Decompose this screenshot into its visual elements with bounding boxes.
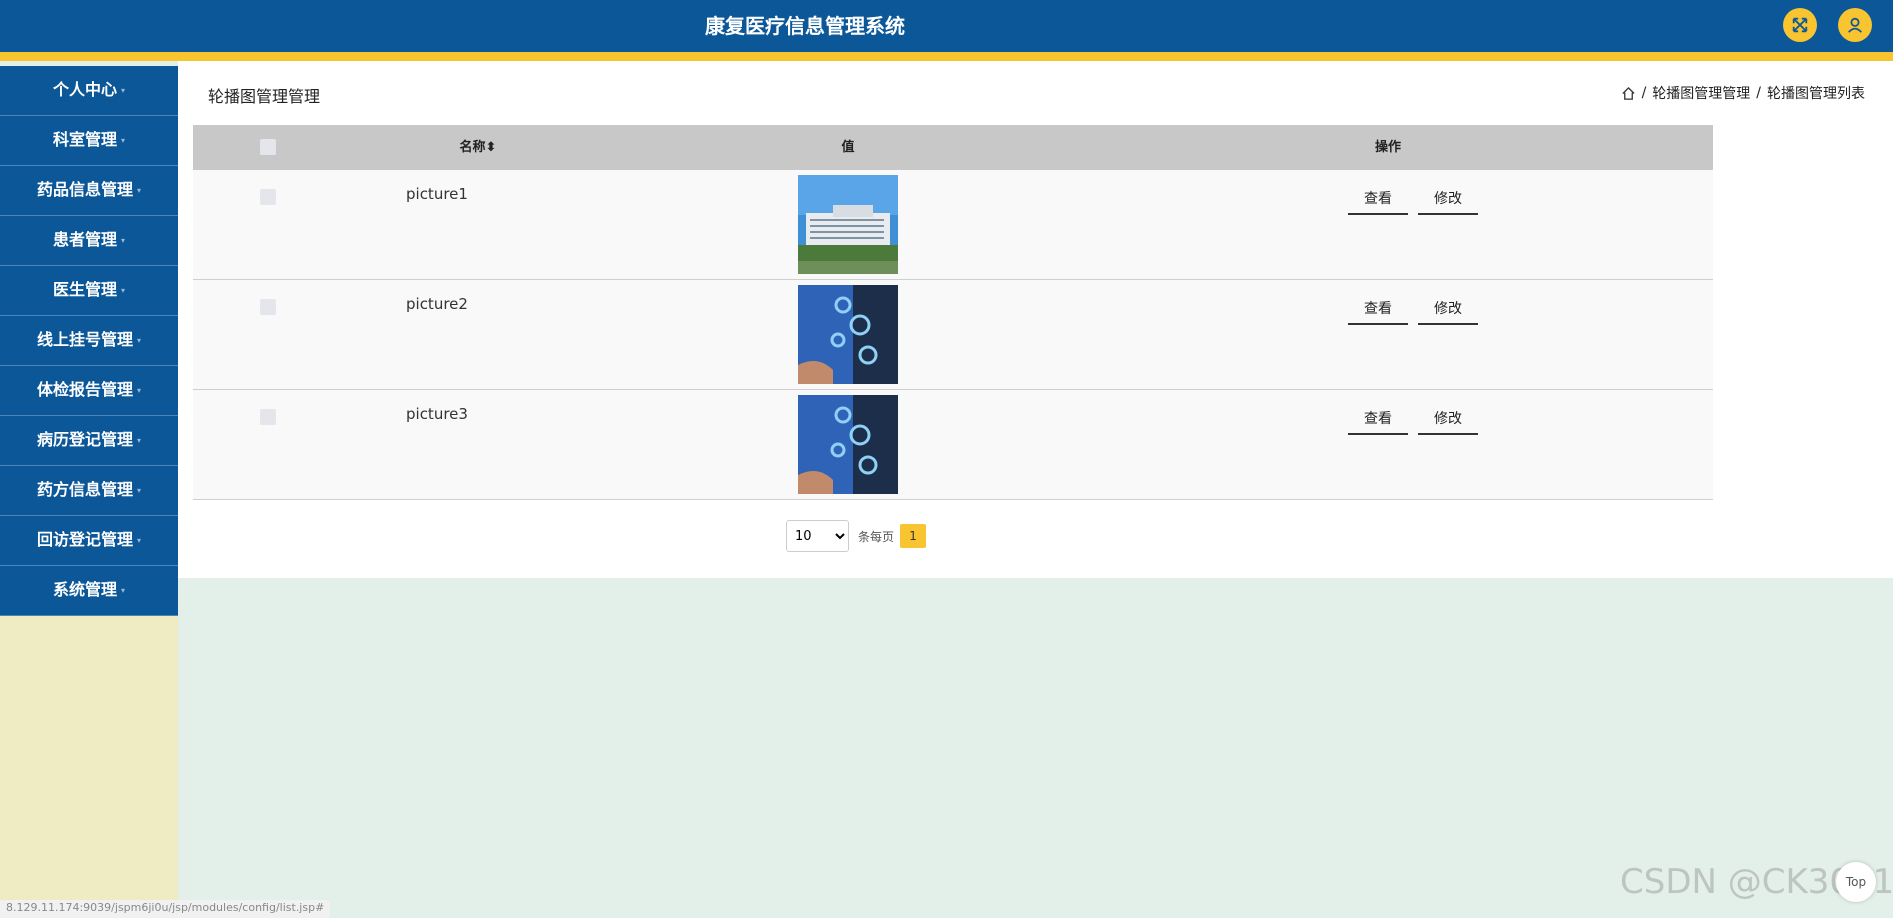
breadcrumb-item-level1[interactable]: 轮播图管理管理 — [1652, 83, 1750, 103]
sidebar-item-label: 线上挂号管理 — [36, 330, 133, 349]
column-header-name-label: 名称 — [459, 140, 486, 155]
breadcrumb-separator: / — [1641, 85, 1647, 101]
table-row: picture1 查看 修改 — [193, 170, 1713, 280]
edit-button[interactable]: 修改 — [1418, 402, 1478, 435]
sidebar-item-label: 病历登记管理 — [36, 430, 133, 449]
page-title: 轮播图管理管理 — [208, 87, 321, 106]
sidebar-item-label: 药方信息管理 — [36, 480, 133, 499]
breadcrumb: / 轮播图管理管理 / 轮播图管理列表 — [1621, 83, 1865, 103]
chevron-down-icon: ▾ — [137, 485, 142, 495]
chevron-down-icon: ▾ — [121, 135, 126, 145]
edit-button[interactable]: 修改 — [1418, 182, 1478, 215]
sidebar-item-medical-records[interactable]: 病历登记管理 ▾ — [0, 416, 178, 466]
sidebar-item-label: 患者管理 — [52, 230, 117, 249]
table-row: picture2 查看 修改 — [193, 280, 1713, 390]
row-checkbox[interactable] — [260, 409, 276, 425]
chevron-down-icon: ▾ — [137, 185, 142, 195]
blue-medical-tech-photo[interactable] — [798, 395, 898, 494]
sidebar-item-label: 体检报告管理 — [36, 380, 133, 399]
row-checkbox[interactable] — [260, 299, 276, 315]
chevron-down-icon: ▾ — [137, 385, 142, 395]
sidebar-item-label: 个人中心 — [52, 80, 117, 99]
sidebar-item-follow-ups[interactable]: 回访登记管理 ▾ — [0, 516, 178, 566]
main-panel: 轮播图管理管理 / 轮播图管理管理 / 轮播图管理列表 名称⬍ 值 操作 pic… — [178, 61, 1893, 578]
chevron-down-icon: ▾ — [121, 285, 126, 295]
sidebar-item-label: 药品信息管理 — [36, 180, 133, 199]
page-number-current[interactable]: 1 — [900, 524, 927, 548]
breadcrumb-separator: / — [1756, 85, 1761, 101]
sidebar-item-departments[interactable]: 科室管理 ▾ — [0, 116, 178, 166]
row-checkbox[interactable] — [260, 189, 276, 205]
column-header-name[interactable]: 名称⬍ — [438, 125, 518, 170]
table-header: 名称⬍ 值 操作 — [193, 125, 1713, 170]
sidebar-item-label: 科室管理 — [52, 130, 117, 149]
per-page-label: 条每页 — [858, 529, 895, 544]
sidebar: 个人中心 ▾ 科室管理 ▾ 药品信息管理 ▾ 患者管理 ▾ 医生管理 ▾ 线上挂号管理 ▾ … — [0, 66, 178, 918]
back-to-top-button[interactable]: Top — [1836, 862, 1876, 902]
row-name: picture2 — [406, 295, 468, 313]
page-size-select[interactable]: 10 — [786, 520, 849, 552]
edit-button[interactable]: 修改 — [1418, 292, 1478, 325]
sidebar-item-system[interactable]: 系统管理 ▾ — [0, 566, 178, 616]
status-bar-url: 8.129.11.174:9039/jspm6ji0u/jsp/modules/… — [0, 900, 331, 918]
sidebar-item-doctors[interactable]: 医生管理 ▾ — [0, 266, 178, 316]
sidebar-item-drug-info[interactable]: 药品信息管理 ▾ — [0, 166, 178, 216]
sidebar-item-exam-reports[interactable]: 体检报告管理 ▾ — [0, 366, 178, 416]
view-button[interactable]: 查看 — [1348, 402, 1408, 435]
pagination: 10 条每页 1 — [786, 520, 927, 552]
select-all-checkbox[interactable] — [260, 139, 276, 155]
carousel-table: 名称⬍ 值 操作 picture1 查看 修改 picture2 查看 修改 p… — [193, 125, 1713, 500]
hospital-building-photo[interactable] — [798, 175, 898, 274]
fullscreen-button[interactable] — [1783, 8, 1817, 42]
column-header-value: 值 — [841, 140, 855, 155]
sidebar-item-personal-center[interactable]: 个人中心 ▾ — [0, 66, 178, 116]
header-accent-stripe — [0, 52, 1893, 61]
breadcrumb-item-level2: 轮播图管理列表 — [1767, 86, 1865, 102]
view-button[interactable]: 查看 — [1348, 182, 1408, 215]
app-title: 康复医疗信息管理系统 — [705, 14, 905, 38]
chevron-down-icon: ▾ — [137, 435, 142, 445]
top-header-bar: 康复医疗信息管理系统 — [0, 0, 1893, 52]
blue-medical-tech-photo[interactable] — [798, 285, 898, 384]
row-name: picture1 — [406, 185, 468, 203]
sidebar-item-patients[interactable]: 患者管理 ▾ — [0, 216, 178, 266]
chevron-down-icon: ▾ — [137, 535, 142, 545]
home-icon[interactable] — [1621, 86, 1636, 101]
column-header-actions: 操作 — [1374, 140, 1401, 155]
user-menu-button[interactable] — [1838, 8, 1872, 42]
row-name: picture3 — [406, 405, 468, 423]
chevron-down-icon: ▾ — [121, 235, 126, 245]
sidebar-item-label: 医生管理 — [52, 280, 117, 299]
chevron-down-icon: ▾ — [137, 335, 142, 345]
chevron-down-icon: ▾ — [121, 85, 126, 95]
sidebar-item-prescriptions[interactable]: 药方信息管理 ▾ — [0, 466, 178, 516]
sort-icon: ⬍ — [485, 140, 497, 155]
sidebar-item-online-registration[interactable]: 线上挂号管理 ▾ — [0, 316, 178, 366]
chevron-down-icon: ▾ — [121, 585, 126, 595]
view-button[interactable]: 查看 — [1348, 292, 1408, 325]
table-row: picture3 查看 修改 — [193, 390, 1713, 500]
user-icon — [1848, 17, 1862, 33]
sidebar-item-label: 系统管理 — [52, 580, 117, 599]
sidebar-item-label: 回访登记管理 — [36, 530, 133, 549]
fullscreen-icon — [1792, 17, 1808, 33]
